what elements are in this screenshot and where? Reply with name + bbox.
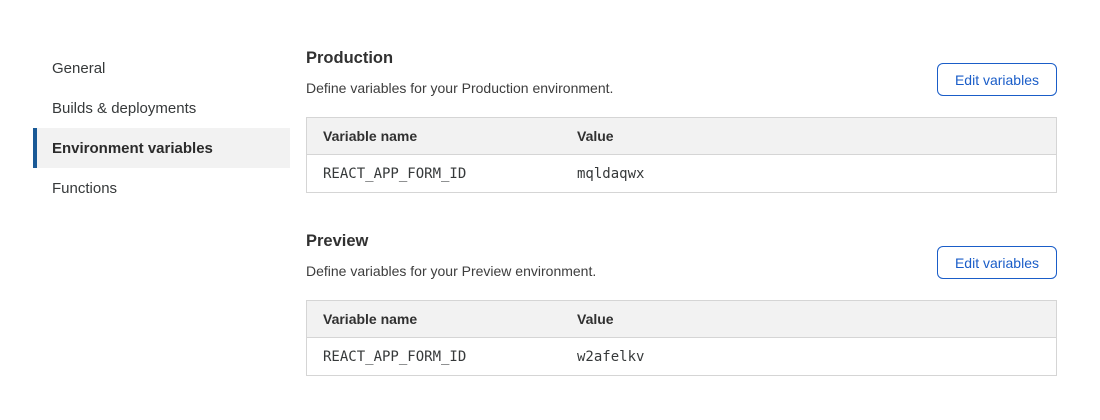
sidebar-item-environment-variables[interactable]: Environment variables (33, 128, 290, 168)
sidebar-item-general[interactable]: General (33, 48, 290, 88)
column-header-value: Value (561, 118, 1057, 155)
variable-name-cell: REACT_APP_FORM_ID (307, 155, 562, 193)
variable-value-cell: mqldaqwx (561, 155, 1057, 193)
table-row: REACT_APP_FORM_ID mqldaqwx (307, 155, 1057, 193)
column-header-variable-name: Variable name (307, 118, 562, 155)
variable-name-cell: REACT_APP_FORM_ID (307, 338, 562, 376)
environment-variables-panel: Production Define variables for your Pro… (306, 50, 1057, 376)
column-header-variable-name: Variable name (307, 301, 562, 338)
production-variables-table: Variable name Value REACT_APP_FORM_ID mq… (306, 117, 1057, 193)
sidebar-item-builds-deployments[interactable]: Builds & deployments (33, 88, 290, 128)
settings-sidebar: General Builds & deployments Environment… (33, 48, 290, 208)
table-row: REACT_APP_FORM_ID w2afelkv (307, 338, 1057, 376)
preview-edit-variables-button[interactable]: Edit variables (937, 246, 1057, 279)
sidebar-item-functions[interactable]: Functions (33, 168, 290, 208)
table-header-row: Variable name Value (307, 118, 1057, 155)
column-header-value: Value (561, 301, 1057, 338)
preview-variables-table: Variable name Value REACT_APP_FORM_ID w2… (306, 300, 1057, 376)
production-edit-variables-button[interactable]: Edit variables (937, 63, 1057, 96)
variable-value-cell: w2afelkv (561, 338, 1057, 376)
table-header-row: Variable name Value (307, 301, 1057, 338)
preview-section: Preview Define variables for your Previe… (306, 233, 1057, 376)
production-section: Production Define variables for your Pro… (306, 50, 1057, 193)
